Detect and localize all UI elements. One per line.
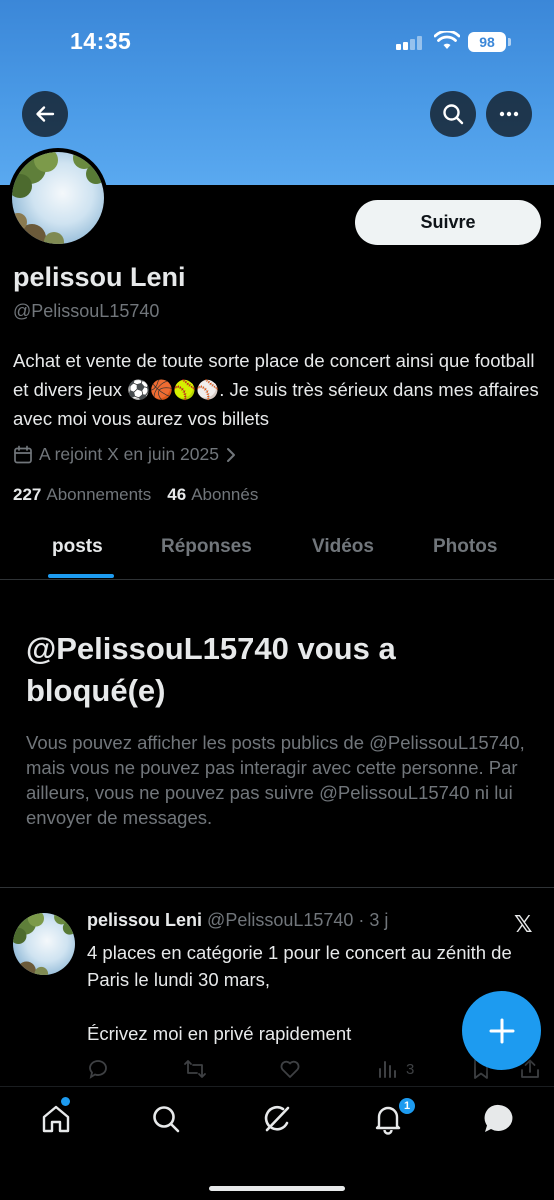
reply-button[interactable]: [87, 1058, 109, 1080]
post-author-avatar[interactable]: [13, 913, 75, 975]
repost-icon: [184, 1060, 206, 1078]
more-icon: [499, 111, 519, 117]
post-timestamp[interactable]: 3 j: [369, 910, 388, 930]
following-link[interactable]: 227 Abonnements: [13, 485, 151, 505]
blocked-message: Vous pouvez afficher les posts publics d…: [26, 732, 525, 828]
grok-icon: [264, 1106, 290, 1132]
notifications-badge: 1: [397, 1096, 417, 1116]
nav-home[interactable]: [38, 1101, 74, 1137]
blocked-title: @PelissouL15740 vous a bloqué(e): [26, 631, 396, 708]
post-author-name[interactable]: pelissou Leni: [87, 910, 202, 930]
followers-count: 46: [167, 485, 187, 504]
tab-replies[interactable]: Réponses: [161, 536, 252, 558]
followers-link[interactable]: 46 Abonnés: [167, 485, 258, 505]
tab-photos[interactable]: Photos: [433, 536, 497, 558]
search-icon: [443, 104, 464, 125]
profile-avatar[interactable]: [8, 148, 108, 248]
followers-label: Abonnés: [191, 485, 259, 504]
following-count: 227: [13, 485, 42, 504]
like-button[interactable]: [279, 1058, 301, 1080]
profile-handle: @PelissouL15740: [13, 301, 160, 321]
join-date-text: A rejoint X en juin 2025: [39, 444, 219, 464]
battery-cap: [508, 38, 511, 46]
compose-post-button[interactable]: [462, 991, 541, 1070]
x-logo-icon: 𝕏: [514, 911, 533, 937]
active-tab-indicator: [48, 574, 114, 578]
like-icon: [280, 1060, 300, 1078]
home-icon: [42, 1105, 70, 1133]
back-arrow-icon: [36, 106, 55, 122]
bottom-navigation: 1: [0, 1086, 554, 1200]
home-indicator: [209, 1186, 345, 1191]
post-meta-separator: ·: [353, 910, 370, 930]
tab-posts[interactable]: posts: [52, 536, 103, 558]
divider: [0, 887, 554, 888]
post-header: pelissou Leni @PelissouL15740 · 3 j: [87, 910, 388, 931]
cellular-signal-icon: [396, 36, 424, 50]
join-date[interactable]: A rejoint X en juin 2025: [13, 444, 237, 465]
calendar-icon: [14, 445, 32, 463]
messages-icon: [484, 1104, 513, 1132]
back-button[interactable]: [22, 91, 68, 137]
tab-videos[interactable]: Vidéos: [312, 536, 374, 558]
nav-explore[interactable]: [148, 1101, 184, 1137]
profile-bio: Achat et vente de toute sorte place de c…: [13, 350, 539, 429]
status-bar: 14:35 98: [0, 0, 554, 84]
post-author-handle[interactable]: @PelissouL15740: [207, 910, 353, 930]
battery-indicator: 98: [468, 32, 506, 52]
status-time: 14:35: [70, 28, 132, 54]
explore-icon: [153, 1106, 180, 1133]
profile-display-name: pelissou Leni: [13, 262, 186, 292]
chevron-right-icon: [227, 447, 235, 462]
follow-button[interactable]: Suivre: [355, 200, 541, 245]
views-icon: [379, 1061, 396, 1078]
views-button[interactable]: 3: [376, 1058, 414, 1080]
profile-tabs: posts Réponses Vidéos Photos: [0, 522, 554, 580]
views-count: 3: [406, 1060, 415, 1078]
nav-messages[interactable]: [481, 1101, 517, 1137]
following-label: Abonnements: [46, 485, 152, 504]
search-button[interactable]: [430, 91, 476, 137]
more-options-button[interactable]: [486, 91, 532, 137]
repost-button[interactable]: [183, 1058, 207, 1080]
home-unread-dot: [61, 1097, 70, 1106]
nav-grok[interactable]: [259, 1101, 295, 1137]
wifi-icon: [434, 31, 460, 49]
reply-icon: [89, 1060, 107, 1079]
follow-stats: 227 Abonnements 46 Abonnés: [13, 485, 258, 505]
compose-plus-icon: [489, 1018, 514, 1043]
